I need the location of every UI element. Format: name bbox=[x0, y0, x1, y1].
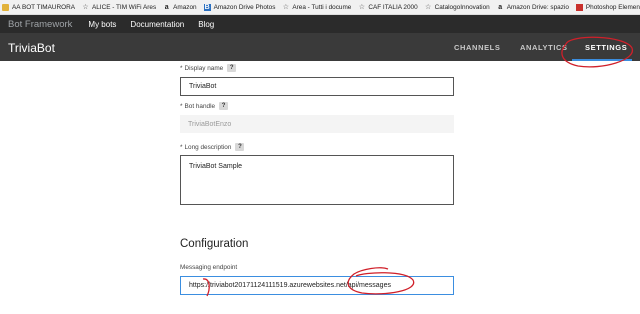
long-description-label: * Long description ? bbox=[180, 143, 245, 151]
display-name-label: * Display name ? bbox=[180, 64, 237, 72]
bookmark-item[interactable]: a Amazon Drive: spazio bbox=[497, 4, 569, 11]
nav-blog[interactable]: Blog bbox=[198, 20, 214, 29]
active-tab-indicator bbox=[572, 59, 632, 61]
bot-handle-label-text: Bot handle bbox=[184, 102, 216, 110]
display-name-label-text: Display name bbox=[184, 64, 224, 72]
amazon-icon: a bbox=[164, 3, 169, 11]
bot-title: TriviaBot bbox=[8, 41, 55, 55]
tab-channels[interactable]: CHANNELS bbox=[454, 43, 500, 52]
star-icon: ☆ bbox=[282, 3, 290, 11]
bookmark-label: AA BOT TIMAURORA bbox=[12, 3, 75, 11]
display-name-value: TriviaBot bbox=[189, 83, 217, 90]
bookmark-label: Photoshop Elements bbox=[585, 3, 640, 11]
bookmark-label: Amazon Drive: spazio bbox=[506, 3, 569, 11]
folder-icon bbox=[2, 3, 9, 11]
bookmark-item[interactable]: a Amazon bbox=[163, 3, 197, 11]
tab-settings[interactable]: SETTINGS bbox=[585, 43, 627, 52]
display-name-input[interactable]: TriviaBot bbox=[180, 77, 454, 96]
required-marker: * bbox=[180, 64, 183, 72]
bookmark-label: Amazon bbox=[173, 3, 197, 11]
long-description-label-text: Long description bbox=[184, 143, 232, 151]
bookmark-item[interactable]: B Amazon Drive Photos bbox=[203, 3, 276, 11]
star-icon: ☆ bbox=[425, 3, 432, 11]
bot-handle-input: TriviaBotEnzo bbox=[180, 115, 454, 133]
long-description-textarea[interactable]: TriviaBot Sample bbox=[180, 155, 454, 205]
messaging-endpoint-label: Messaging endpoint bbox=[180, 264, 237, 271]
nav-documentation[interactable]: Documentation bbox=[130, 20, 184, 29]
required-marker: * bbox=[180, 143, 183, 151]
messaging-endpoint-label-text: Messaging endpoint bbox=[180, 264, 238, 271]
bookmark-label: Area - Tutti i docume bbox=[292, 3, 352, 11]
bookmark-item[interactable]: ☆ CAF ITALIA 2000 bbox=[358, 3, 418, 11]
star-icon: ☆ bbox=[358, 3, 366, 11]
b-icon: B bbox=[203, 3, 211, 11]
bookmark-item[interactable]: ☆ ALICE - TIM WiFi Ares bbox=[82, 4, 156, 11]
required-marker: * bbox=[180, 102, 183, 110]
configuration-heading: Configuration bbox=[180, 238, 249, 250]
bookmark-label: CatalogoInnovation bbox=[434, 3, 490, 11]
bot-header: TriviaBot CHANNELS ANALYTICS SETTINGS bbox=[0, 33, 640, 61]
bookmark-label: ALICE - TIM WiFi Ares bbox=[91, 3, 157, 11]
top-navigation: Bot Framework My bots Documentation Blog bbox=[0, 15, 640, 33]
help-icon[interactable]: ? bbox=[219, 102, 229, 110]
messaging-endpoint-value: https://triviabot20171124111519.azureweb… bbox=[189, 282, 391, 289]
bookmark-item[interactable]: AA BOT TIMAURORA bbox=[2, 3, 75, 11]
bookmark-label: Amazon Drive Photos bbox=[213, 3, 276, 11]
star-icon: ☆ bbox=[82, 3, 89, 11]
bookmark-label: CAF ITALIA 2000 bbox=[368, 3, 418, 11]
brand-link[interactable]: Bot Framework bbox=[8, 19, 72, 30]
bookmark-item[interactable]: Photoshop Elements bbox=[575, 3, 640, 11]
bookmark-item[interactable]: ☆ CatalogoInnovation bbox=[425, 4, 490, 11]
nav-my-bots[interactable]: My bots bbox=[88, 20, 116, 29]
bot-handle-value: TriviaBotEnzo bbox=[188, 120, 232, 128]
bookmarks-bar: AA BOT TIMAURORA ☆ ALICE - TIM WiFi Ares a A… bbox=[0, 0, 640, 15]
help-icon[interactable]: ? bbox=[227, 64, 237, 72]
long-description-value: TriviaBot Sample bbox=[189, 163, 243, 170]
bookmark-item[interactable]: ☆ Area - Tutti i docume bbox=[282, 3, 352, 11]
tab-analytics[interactable]: ANALYTICS bbox=[520, 43, 568, 52]
help-icon[interactable]: ? bbox=[235, 143, 245, 151]
bot-handle-label: * Bot handle ? bbox=[180, 102, 229, 110]
photoshop-icon bbox=[575, 3, 583, 11]
amazon-icon: a bbox=[498, 3, 503, 11]
messaging-endpoint-input[interactable]: https://triviabot20171124111519.azureweb… bbox=[180, 276, 454, 295]
